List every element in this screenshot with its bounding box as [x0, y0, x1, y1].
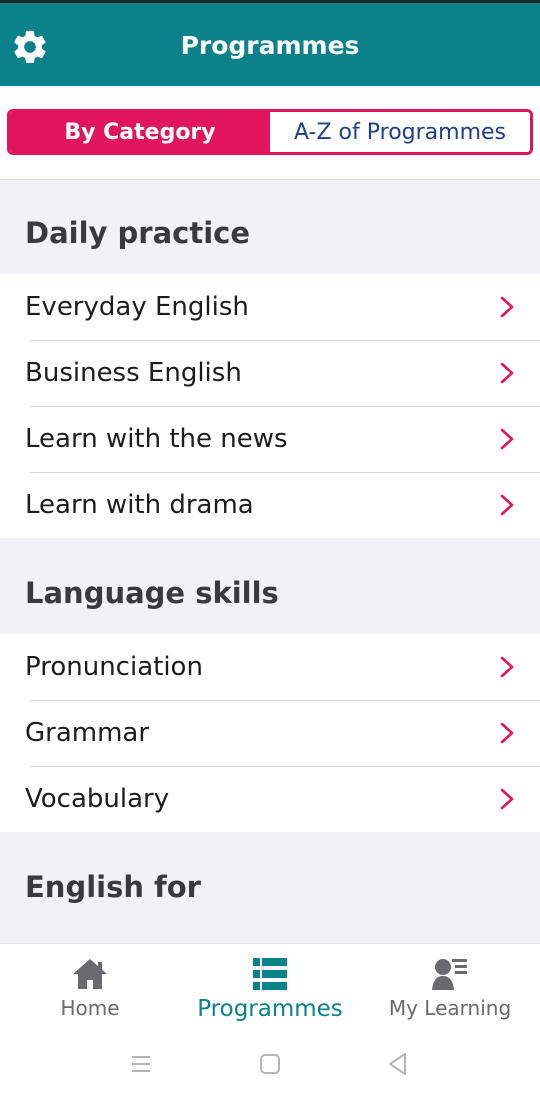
- chevron-right-icon: [500, 788, 514, 810]
- chevron-right-icon: [500, 362, 514, 384]
- system-navigation-bar: [0, 1033, 540, 1094]
- learner-icon: [432, 959, 467, 990]
- language-skills-list: Pronunciation Grammar Vocabulary: [0, 634, 540, 832]
- chevron-right-icon: [500, 494, 514, 516]
- tab-by-category[interactable]: By Category: [10, 112, 270, 152]
- view-toggle: By Category A-Z of Programmes: [7, 109, 533, 155]
- list-item-grammar[interactable]: Grammar: [0, 700, 540, 766]
- nav-programmes-label: Programmes: [197, 996, 343, 1022]
- list-item-label: Everyday English: [25, 292, 249, 322]
- bottom-navigation: Home Programmes My Learning: [0, 943, 540, 1033]
- home-button-icon[interactable]: [257, 1051, 283, 1077]
- section-heading-daily-practice: Daily practice: [0, 181, 540, 274]
- list-item-label: Grammar: [25, 718, 150, 748]
- back-icon[interactable]: [385, 1051, 411, 1077]
- section-heading-english-for: English for: [0, 832, 540, 943]
- nav-home-label: Home: [60, 996, 120, 1020]
- menu-icon[interactable]: [128, 1051, 154, 1077]
- nav-my-learning-label: My Learning: [388, 996, 512, 1020]
- chevron-right-icon: [500, 722, 514, 744]
- list-item-label: Business English: [25, 358, 242, 388]
- list-item-business-english[interactable]: Business English: [0, 340, 540, 406]
- view-toggle-area: By Category A-Z of Programmes: [0, 86, 540, 180]
- top-bar: Programmes: [0, 0, 540, 86]
- home-icon: [73, 959, 107, 989]
- list-item-learn-with-the-news[interactable]: Learn with the news: [0, 406, 540, 472]
- list-icon: [253, 958, 287, 990]
- section-title: Language skills: [25, 576, 279, 610]
- list-item-label: Pronunciation: [25, 652, 203, 682]
- list-item-vocabulary[interactable]: Vocabulary: [0, 766, 540, 832]
- list-item-label: Vocabulary: [25, 784, 170, 814]
- chevron-right-icon: [500, 296, 514, 318]
- section-title: Daily practice: [25, 216, 251, 250]
- list-item-label: Learn with the news: [25, 424, 288, 454]
- section-heading-language-skills: Language skills: [0, 538, 540, 634]
- section-title: English for: [25, 870, 201, 904]
- nav-my-learning[interactable]: My Learning: [360, 944, 540, 1034]
- list-item-pronunciation[interactable]: Pronunciation: [0, 634, 540, 700]
- chevron-right-icon: [500, 428, 514, 450]
- page-title: Programmes: [180, 31, 360, 60]
- list-item-label: Learn with drama: [25, 490, 254, 520]
- nav-home[interactable]: Home: [0, 944, 180, 1034]
- nav-programmes[interactable]: Programmes: [180, 944, 360, 1034]
- chevron-right-icon: [500, 656, 514, 678]
- list-item-everyday-english[interactable]: Everyday English: [0, 274, 540, 340]
- list-item-learn-with-drama[interactable]: Learn with drama: [0, 472, 540, 538]
- tab-a-z-programmes[interactable]: A-Z of Programmes: [270, 112, 530, 152]
- daily-practice-list: Everyday English Business English Learn …: [0, 274, 540, 538]
